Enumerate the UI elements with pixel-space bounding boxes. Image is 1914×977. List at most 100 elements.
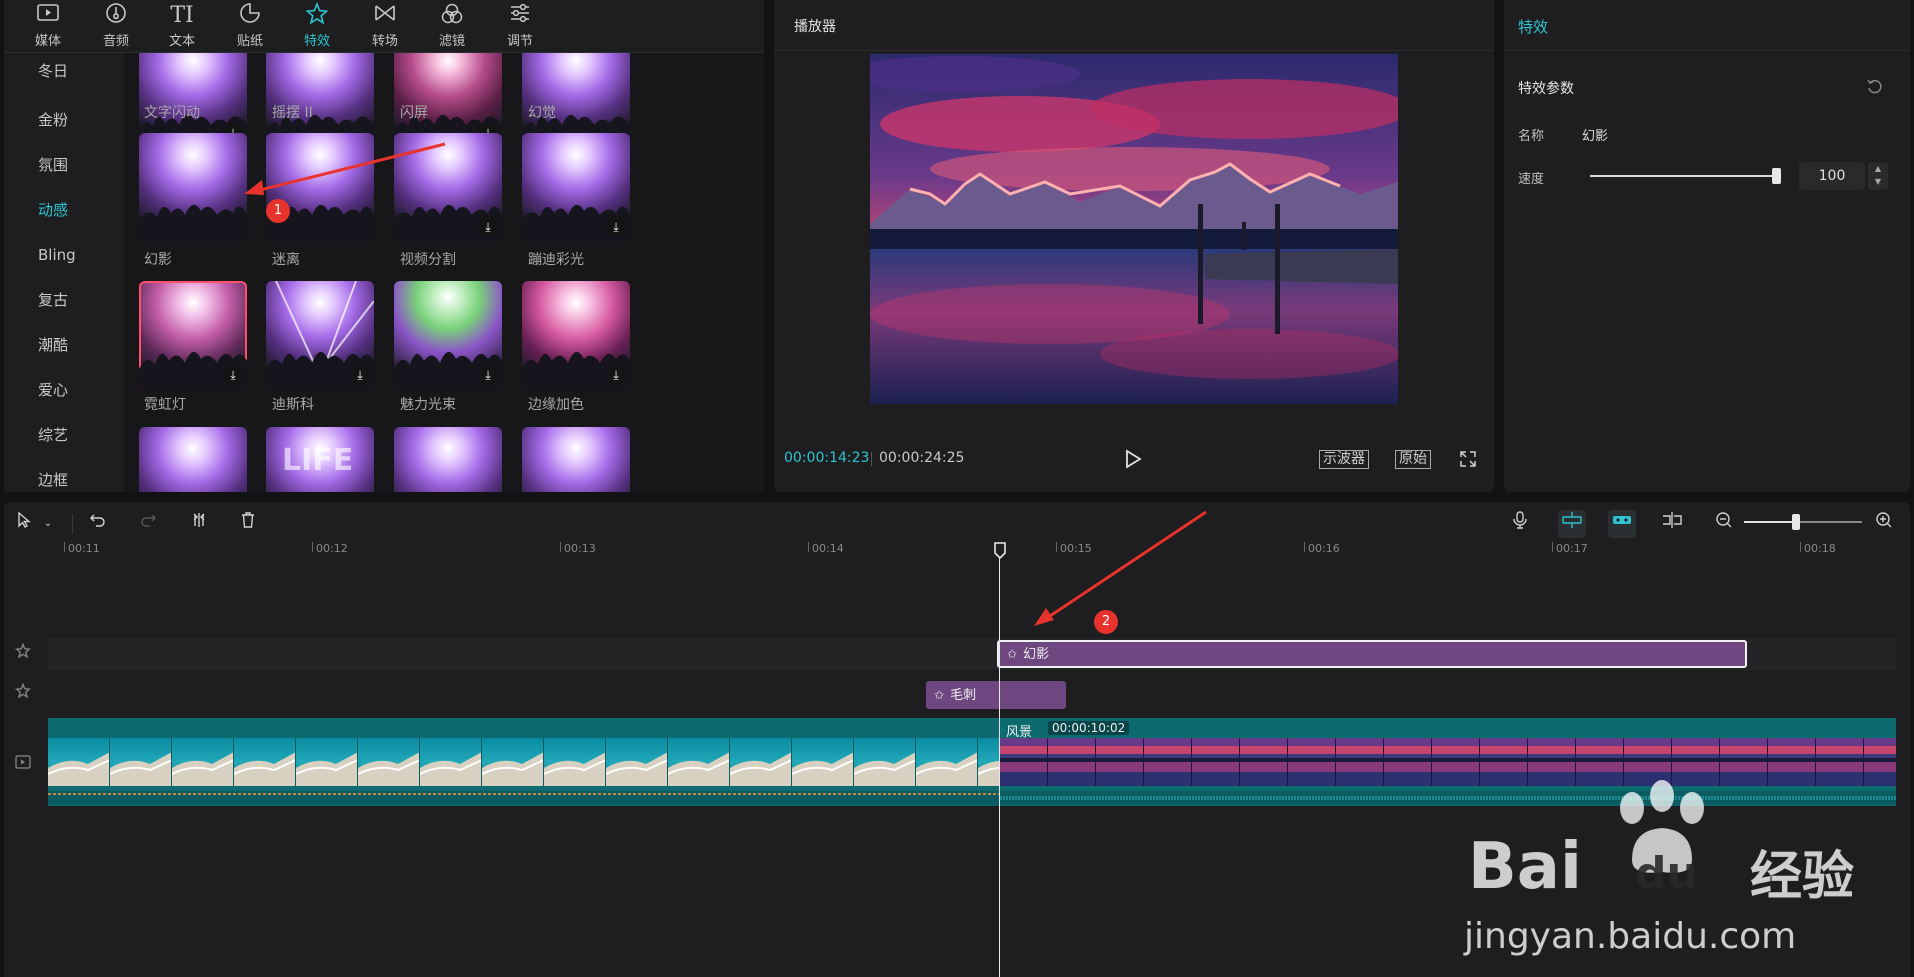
preview-axis-button[interactable] (1658, 510, 1686, 538)
category-item[interactable]: 边框 (4, 458, 124, 503)
link-toggle[interactable] (1608, 510, 1636, 538)
ruler-tick-label: 00:16 (1308, 542, 1340, 555)
effect-thumb-neon[interactable]: ⤓ (139, 281, 247, 389)
undo-button[interactable] (84, 510, 112, 538)
tab-adjust[interactable]: 调节 (488, 2, 552, 52)
ruler-tick (1800, 542, 1801, 552)
effect-thumb-disco[interactable]: ⤓ (266, 281, 374, 389)
inspector-panel (1504, 0, 1910, 492)
inspector-tab-effect[interactable]: 特效 (1518, 16, 1548, 37)
tab-effects[interactable]: 特效 (285, 1, 349, 52)
category-item[interactable]: 综艺 (4, 413, 124, 458)
zoom-out-button[interactable] (1710, 510, 1738, 538)
annotation-arrow-2 (1034, 510, 1207, 626)
effect-thumb-life[interactable]: LIFE (266, 427, 374, 492)
speed-slider-handle[interactable] (1772, 168, 1781, 184)
effect-thumb-edge-color[interactable]: ⤓ (522, 281, 630, 389)
category-item[interactable]: 金粉 (4, 98, 124, 143)
ruler-tick-label: 00:17 (1556, 542, 1588, 555)
category-item[interactable]: 氛围 (4, 143, 124, 188)
playhead[interactable] (999, 550, 1000, 977)
category-item-active[interactable]: 动感 (4, 188, 124, 233)
scope-button[interactable]: 示波器 (1319, 450, 1369, 469)
inspector-divider (1504, 50, 1910, 51)
playhead-handle[interactable] (993, 542, 1007, 560)
player-title: 播放器 (794, 19, 836, 35)
tab-audio[interactable]: 音频 (84, 2, 148, 52)
effect-thumb-phantom[interactable] (139, 133, 247, 241)
zoom-slider-handle[interactable] (1791, 514, 1800, 530)
speed-stepper[interactable]: ▲ ▼ (1868, 162, 1888, 190)
params-section-title: 特效参数 (1518, 81, 1574, 97)
effect-clip-glitch[interactable]: ✩ 毛刺 (926, 681, 1066, 709)
effect-label: 摇摆 II (272, 105, 313, 121)
media-icon (16, 2, 80, 30)
download-icon[interactable]: ⤓ (606, 217, 626, 237)
category-item[interactable]: 爱心 (4, 368, 124, 413)
snap-toggle[interactable] (1558, 510, 1586, 538)
sticker-icon (218, 2, 282, 30)
zoom-in-icon (1876, 512, 1892, 528)
ruler-tick (808, 542, 809, 552)
annotation-badge-1: 1 (266, 199, 290, 223)
text-icon: TI (170, 3, 194, 28)
speed-slider[interactable] (1590, 175, 1778, 177)
ruler-tick-label: 00:11 (68, 542, 100, 555)
landscape-clip-filmstrip[interactable] (1000, 738, 1896, 786)
record-audio-button[interactable] (1506, 510, 1534, 538)
watermark-brand: Bai (1468, 830, 1582, 904)
effect-thumb-disco-lights[interactable]: ⤓ (522, 133, 630, 241)
category-item[interactable]: Bling (4, 233, 124, 278)
ruler-tick (560, 542, 561, 552)
split-button[interactable] (185, 510, 213, 538)
category-item[interactable]: 冬日 (4, 53, 124, 98)
tab-filter[interactable]: 滤镜 (420, 2, 484, 52)
effects-icon (285, 1, 349, 30)
redo-button[interactable] (134, 510, 162, 538)
reset-icon[interactable] (1866, 78, 1884, 96)
download-icon[interactable]: ⤓ (478, 217, 498, 237)
zoom-out-icon (1716, 512, 1732, 528)
category-item[interactable]: 复古 (4, 278, 124, 323)
play-button[interactable] (1124, 449, 1142, 469)
download-icon[interactable]: ⤓ (350, 365, 370, 385)
chevron-up-icon[interactable]: ▲ (1868, 162, 1888, 175)
video-preview[interactable] (870, 54, 1398, 404)
category-item[interactable]: 潮酷 (4, 323, 124, 368)
current-time: 00:00:14:23 (784, 450, 870, 466)
undo-icon (89, 514, 105, 527)
download-icon[interactable]: ⤓ (606, 365, 626, 385)
fullscreen-icon[interactable] (1459, 450, 1477, 468)
speed-input[interactable] (1799, 162, 1865, 190)
zoom-slider-fill (1744, 521, 1796, 523)
beach-clip-filmstrip[interactable] (48, 738, 1000, 786)
effect-clip-phantom[interactable]: ✩ 幻影 (997, 640, 1747, 668)
player-divider (774, 50, 1494, 51)
download-icon[interactable]: ⤓ (478, 365, 498, 385)
delete-button[interactable] (234, 510, 262, 538)
ruler-tick (312, 542, 313, 552)
effect-thumb[interactable] (139, 427, 247, 492)
effect-thumb[interactable] (394, 427, 502, 492)
annotation-badge-2: 2 (1094, 610, 1118, 634)
effect-label: 霓虹灯 (144, 397, 186, 413)
tab-transition[interactable]: 转场 (353, 2, 417, 52)
select-tool-button[interactable] (10, 510, 38, 538)
effect-label: 文字闪动 (144, 105, 200, 121)
effect-thumb-beam[interactable]: ⤓ (394, 281, 502, 389)
tab-text[interactable]: TI 文本 (150, 2, 214, 52)
chevron-down-icon[interactable]: ⌄ (40, 510, 56, 538)
effect-thumb[interactable] (522, 427, 630, 492)
effect-label: 蹦迪彩光 (528, 252, 584, 268)
tab-media[interactable]: 媒体 (16, 2, 80, 52)
split-icon (193, 513, 205, 527)
zoom-in-button[interactable] (1870, 510, 1898, 538)
tab-sticker[interactable]: 贴纸 (218, 2, 282, 52)
effect-track-icon (12, 682, 34, 705)
timeline-ruler[interactable]: 00:11 00:12 00:13 00:14 00:15 00:16 00:1… (48, 538, 1910, 560)
ruler-tick-label: 00:13 (564, 542, 596, 555)
chevron-down-icon[interactable]: ▼ (1868, 175, 1888, 188)
ratio-button[interactable]: 原始 (1395, 450, 1431, 469)
ruler-tick-label: 00:14 (812, 542, 844, 555)
download-icon[interactable]: ⤓ (223, 365, 243, 385)
